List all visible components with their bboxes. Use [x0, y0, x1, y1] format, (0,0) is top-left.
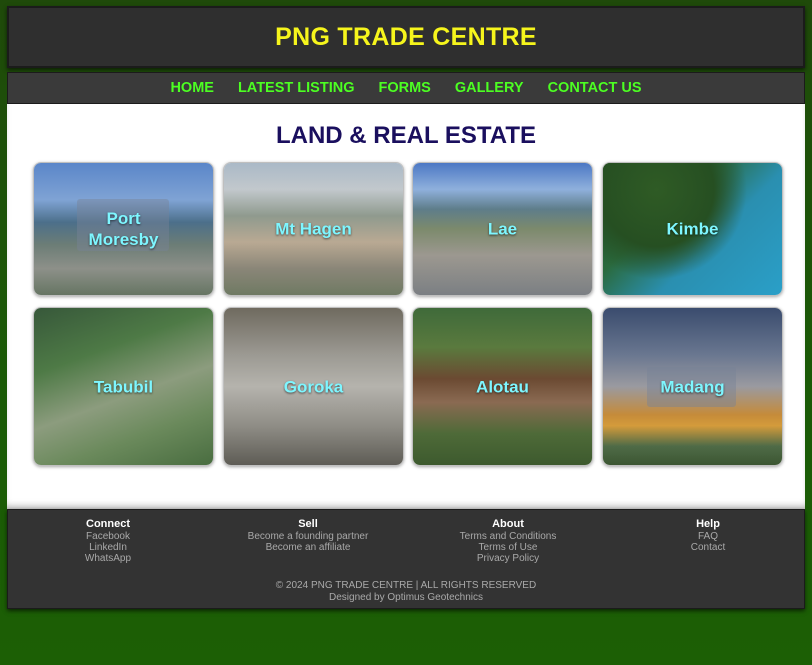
copyright: © 2024 PNG TRADE CENTRE | ALL RIGHTS RES… — [8, 580, 804, 604]
nav-home[interactable]: HOME — [170, 80, 214, 96]
page-title: LAND & REAL ESTATE — [275, 122, 536, 149]
city-card-lae[interactable]: Lae — [412, 162, 593, 296]
footer-link-facebook[interactable]: Facebook — [8, 531, 208, 542]
footer-link-whatsapp[interactable]: WhatsApp — [8, 553, 208, 564]
main-nav: HOME LATEST LISTING FORMS GALLERY CONTAC… — [7, 72, 805, 104]
nav-forms[interactable]: FORMS — [378, 80, 430, 96]
city-card-mt-hagen[interactable]: Mt Hagen — [223, 162, 404, 296]
footer-about: About Terms and Conditions Terms of Use … — [408, 518, 608, 564]
footer-link-contact[interactable]: Contact — [608, 542, 808, 553]
main-content: LAND & REAL ESTATE Port Moresby Mt Hagen… — [7, 104, 805, 509]
copyright-text: © 2024 PNG TRADE CENTRE | ALL RIGHTS RES… — [275, 580, 537, 591]
city-label: Port Moresby — [88, 209, 159, 249]
site-header: PNG TRADE CENTRE — [7, 6, 805, 68]
city-card-alotau[interactable]: Alotau — [412, 307, 593, 466]
footer-heading: Connect — [86, 518, 130, 530]
city-label: Tabubil — [93, 377, 154, 396]
nav-latest-listing[interactable]: LATEST LISTING — [238, 80, 355, 96]
site-title: PNG TRADE CENTRE — [275, 22, 537, 51]
city-label: Lae — [487, 219, 518, 239]
nav-gallery[interactable]: GALLERY — [455, 80, 524, 96]
city-card-goroka[interactable]: Goroka — [223, 307, 404, 466]
footer-link-faq[interactable]: FAQ — [608, 531, 808, 542]
footer-link-founding-partner[interactable]: Become a founding partner — [208, 531, 408, 542]
city-label: Goroka — [283, 377, 344, 396]
city-label: Kimbe — [666, 219, 719, 239]
city-card-tabubil[interactable]: Tabubil — [33, 307, 214, 466]
city-label: Mt Hagen — [275, 219, 352, 239]
city-label: Madang — [660, 377, 725, 396]
footer-sell: Sell Become a founding partner Become an… — [208, 518, 408, 553]
footer-link-linkedin[interactable]: LinkedIn — [8, 542, 208, 553]
city-label: Alotau — [476, 377, 529, 396]
footer-link-privacy-policy[interactable]: Privacy Policy — [408, 553, 608, 564]
footer-heading: About — [492, 518, 524, 530]
footer-heading: Help — [696, 518, 720, 530]
city-card-kimbe[interactable]: Kimbe — [602, 162, 783, 296]
city-card-madang[interactable]: Madang — [602, 307, 783, 466]
site-footer: Connect Facebook LinkedIn WhatsApp Sell … — [7, 509, 805, 609]
footer-connect: Connect Facebook LinkedIn WhatsApp — [8, 518, 208, 564]
footer-link-terms-conditions[interactable]: Terms and Conditions — [408, 531, 608, 542]
nav-contact-us[interactable]: CONTACT US — [548, 80, 642, 96]
footer-help: Help FAQ Contact — [608, 518, 808, 553]
city-card-port-moresby[interactable]: Port Moresby — [33, 162, 214, 296]
designer-credit: Designed by Optimus Geotechnics — [329, 592, 483, 603]
footer-heading: Sell — [298, 518, 318, 530]
footer-link-affiliate[interactable]: Become an affiliate — [208, 542, 408, 553]
footer-link-terms-of-use[interactable]: Terms of Use — [408, 542, 608, 553]
